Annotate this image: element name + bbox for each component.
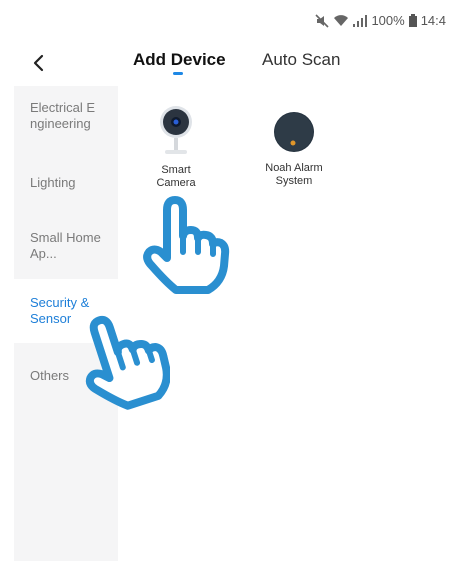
- sidebar-item-security-sensor[interactable]: Security & Sensor: [14, 279, 118, 343]
- sidebar-item-label: Lighting: [30, 175, 76, 190]
- header: Add Device Auto Scan: [0, 44, 452, 84]
- sidebar-item-small-home-appliances[interactable]: Small Home Ap...: [14, 230, 118, 262]
- camera-icon: [160, 106, 192, 154]
- sidebar-item-others[interactable]: Others: [14, 368, 118, 384]
- category-sidebar: Electrical E ngineering Lighting Small H…: [14, 86, 118, 561]
- status-icons: 100% 14:4: [315, 13, 446, 28]
- device-label: Smart Camera: [156, 164, 196, 189]
- sidebar-item-electrical-engineering[interactable]: Electrical E ngineering: [14, 100, 118, 132]
- device-label: Noah Alarm System: [265, 162, 323, 187]
- tab-auto-scan[interactable]: Auto Scan: [262, 50, 340, 70]
- active-tab-indicator: [173, 72, 183, 75]
- alarm-system-icon: [274, 112, 314, 152]
- sidebar-item-label: Others: [30, 368, 70, 383]
- sidebar-item-lighting[interactable]: Lighting: [14, 175, 118, 191]
- device-smart-camera[interactable]: Smart Camera: [136, 104, 216, 190]
- chevron-left-icon: [33, 54, 44, 72]
- battery-level: 100%: [371, 13, 405, 28]
- tab-add-device[interactable]: Add Device: [133, 50, 226, 70]
- sidebar-item-label: Small Home Ap...: [30, 230, 101, 261]
- device-grid: Smart Camera Noah Alarm System: [118, 86, 452, 561]
- wifi-icon: [333, 14, 349, 27]
- device-noah-alarm-system[interactable]: Noah Alarm System: [254, 110, 334, 188]
- sidebar-item-label: Electrical E ngineering: [30, 100, 96, 131]
- status-bar: 100% 14:4: [0, 0, 452, 44]
- back-button[interactable]: [24, 48, 52, 78]
- sidebar-item-label: Security & Sensor: [30, 295, 90, 326]
- battery-icon: [408, 14, 417, 27]
- signal-icon: [353, 14, 368, 27]
- clock: 14:4: [420, 13, 446, 28]
- mute-icon: [315, 13, 330, 28]
